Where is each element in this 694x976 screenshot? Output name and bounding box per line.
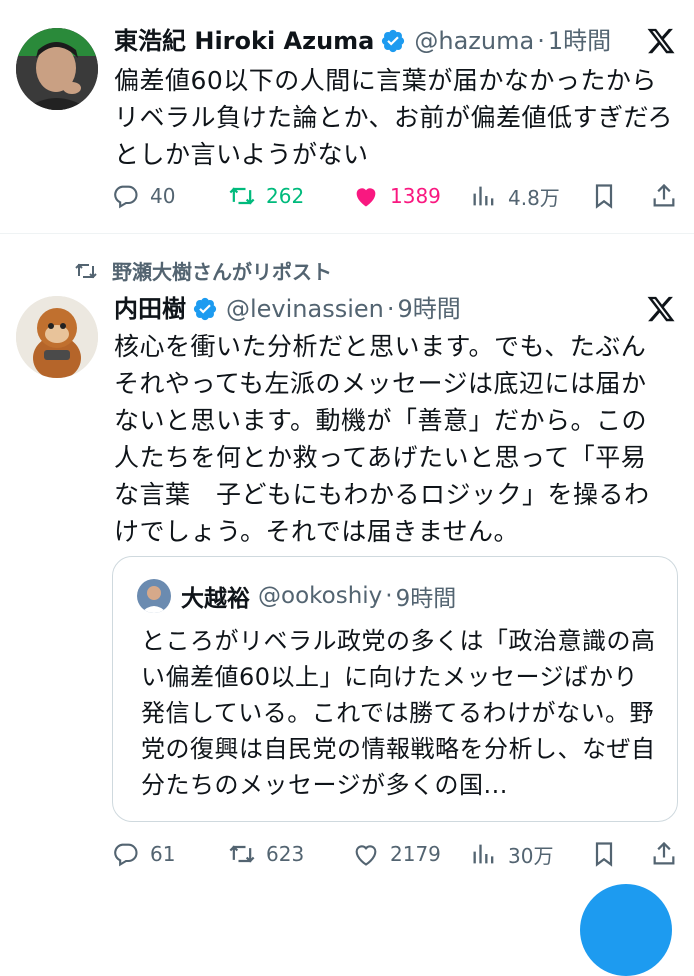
heart-icon — [355, 845, 377, 866]
share-icon — [653, 841, 675, 865]
quoted-tweet[interactable]: 大越裕 @ookoshiy · 9時間 ところがリベラル政党の多くは「政治意識の… — [112, 556, 678, 822]
views-button[interactable]: 30万 — [470, 834, 553, 874]
tweet-actions: 61 623 2179 30万 — [110, 834, 680, 874]
x-logo-icon[interactable] — [646, 26, 676, 56]
avatar-image — [16, 28, 98, 110]
like-count: 2179 — [390, 842, 441, 866]
compose-fab[interactable] — [580, 884, 672, 976]
tweet-levinassien[interactable]: 野瀬大樹さんがリポスト 内田樹 @levinassien · 9時間 核心を衝い… — [0, 234, 694, 900]
like-count: 1389 — [390, 184, 441, 208]
author-name[interactable]: 内田樹 — [114, 294, 186, 324]
share-icon — [653, 183, 675, 207]
separator: · — [537, 27, 545, 55]
quote-header: 大越裕 @ookoshiy · 9時間 — [137, 579, 456, 613]
reply-icon — [114, 185, 138, 209]
tweet-actions: 40 262 1389 4.8万 — [110, 176, 680, 216]
avatar-image — [137, 579, 171, 613]
reply-button[interactable]: 40 — [112, 176, 175, 216]
like-button[interactable]: 2179 — [352, 834, 441, 874]
views-chart-icon — [473, 186, 494, 206]
bookmark-button[interactable] — [590, 176, 618, 216]
timestamp[interactable]: 9時間 — [398, 294, 461, 324]
retweet-button[interactable]: 262 — [228, 176, 304, 216]
x-logo-icon[interactable] — [646, 294, 676, 324]
share-button[interactable] — [650, 834, 678, 874]
author-handle[interactable]: @hazuma — [414, 26, 534, 56]
retweet-count: 623 — [266, 842, 305, 866]
verified-badge-icon — [193, 297, 217, 321]
tweet-header: 内田樹 @levinassien · 9時間 — [114, 294, 634, 324]
views-count: 4.8万 — [508, 185, 560, 210]
tweet-text: 核心を衝いた分析だと思います。でも、たぶんそれやっても左派のメッセージは底辺には… — [114, 332, 650, 546]
bookmark-icon — [595, 842, 613, 867]
avatar[interactable] — [16, 28, 98, 110]
reply-button[interactable]: 61 — [112, 834, 175, 874]
avatar[interactable] — [16, 296, 98, 378]
repost-label: 野瀬大樹さんがリポスト — [112, 260, 332, 284]
separator: · — [385, 583, 393, 609]
retweet-button[interactable]: 623 — [228, 834, 304, 874]
share-button[interactable] — [650, 176, 678, 216]
views-chart-icon — [473, 844, 494, 864]
retweet-icon — [229, 187, 255, 205]
reply-count: 40 — [150, 184, 176, 208]
tweet-header: 東浩紀 Hiroki Azuma @hazuma · 1時間 — [114, 26, 634, 56]
retweet-icon — [75, 263, 97, 278]
timestamp[interactable]: 1時間 — [548, 26, 611, 56]
views-count: 30万 — [508, 843, 554, 868]
retweet-icon — [229, 845, 255, 863]
repost-indicator[interactable]: 野瀬大樹さんがリポスト — [74, 256, 332, 285]
reply-count: 61 — [150, 842, 176, 866]
bookmark-button[interactable] — [590, 834, 618, 874]
quote-author-handle[interactable]: @ookoshiy — [258, 583, 382, 609]
separator: · — [386, 295, 395, 323]
quote-text: ところがリベラル政党の多くは「政治意識の高い偏差値60以上」に向けたメッセージば… — [141, 627, 656, 799]
quote-author-name[interactable]: 大越裕 — [181, 579, 250, 613]
like-button[interactable]: 1389 — [352, 176, 441, 216]
tweet-hazuma[interactable]: 東浩紀 Hiroki Azuma @hazuma · 1時間 偏差値60以下の人… — [0, 0, 694, 232]
author-handle[interactable]: @levinassien — [226, 294, 384, 324]
quote-avatar[interactable] — [137, 579, 171, 613]
verified-badge-icon — [382, 29, 405, 53]
reply-icon — [114, 843, 138, 867]
heart-icon — [356, 188, 376, 207]
bookmark-icon — [595, 184, 613, 209]
quote-timestamp[interactable]: 9時間 — [396, 579, 457, 613]
views-button[interactable]: 4.8万 — [470, 176, 560, 216]
tweet-text: 偏差値60以下の人間に言葉が届かなかったからリベラル負けた論とか、お前が偏差値低… — [114, 66, 674, 169]
author-name[interactable]: 東浩紀 Hiroki Azuma — [114, 26, 374, 56]
avatar-image — [16, 296, 98, 378]
retweet-count: 262 — [266, 184, 305, 208]
